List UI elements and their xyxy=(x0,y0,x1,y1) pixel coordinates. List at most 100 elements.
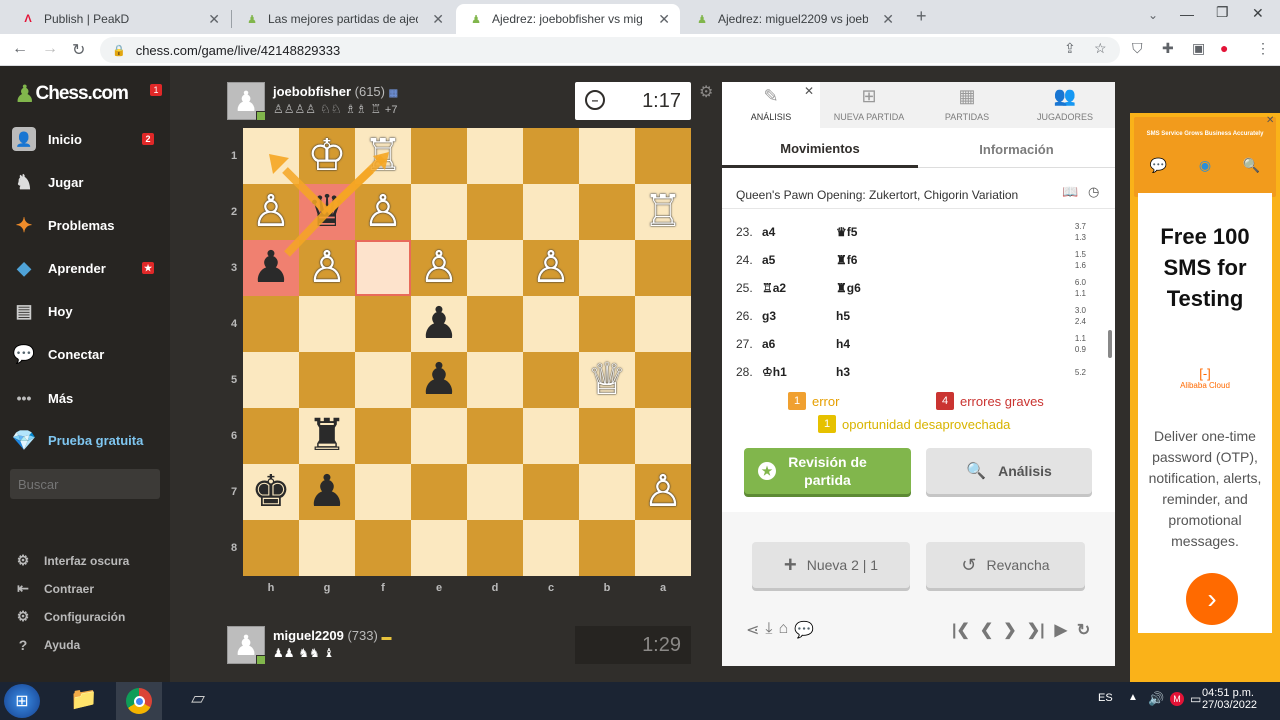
board-square[interactable] xyxy=(579,296,635,352)
menu-icon[interactable]: ⋮ xyxy=(1256,40,1270,57)
board-square[interactable] xyxy=(355,520,411,576)
white-move[interactable]: ♔h1 xyxy=(762,365,836,376)
board-square[interactable] xyxy=(579,408,635,464)
board-square[interactable]: ♚ xyxy=(243,464,299,520)
board-square[interactable] xyxy=(635,352,691,408)
board-square[interactable] xyxy=(635,520,691,576)
board-square[interactable] xyxy=(299,520,355,576)
search-input[interactable] xyxy=(10,469,160,499)
black-move[interactable]: h5 xyxy=(836,309,1036,323)
error-stat[interactable]: 1 error xyxy=(788,392,839,410)
close-tab-icon[interactable]: ✕ xyxy=(432,11,444,28)
board-square[interactable] xyxy=(467,240,523,296)
sidebar-item-conectar[interactable]: 💬 Conectar xyxy=(12,341,162,367)
white-move[interactable]: ♖a2 xyxy=(762,281,836,295)
board-square[interactable] xyxy=(523,520,579,576)
chess-piece[interactable]: ♙ xyxy=(251,190,290,234)
board-square[interactable] xyxy=(355,352,411,408)
tab-search-icon[interactable]: ⌄ xyxy=(1148,8,1158,22)
sidebar-item-jugar[interactable]: ♞ Jugar xyxy=(12,169,162,195)
tray-expand-icon[interactable]: ▲ xyxy=(1128,692,1138,703)
last-move-icon[interactable]: ❯| xyxy=(1027,620,1045,640)
board-square[interactable] xyxy=(579,464,635,520)
board-square[interactable]: ♖ xyxy=(635,184,691,240)
board-square[interactable]: ♕ xyxy=(579,352,635,408)
player-name[interactable]: joebobfisher (615) ▦ xyxy=(273,84,398,99)
profile-icon[interactable]: ● xyxy=(1220,40,1228,56)
board-square[interactable] xyxy=(467,408,523,464)
chrome-taskbar-icon[interactable] xyxy=(116,682,162,720)
tab-nueva-partida[interactable]: ⊞ NUEVA PARTIDA xyxy=(820,82,918,128)
black-move[interactable]: h4 xyxy=(836,337,1036,351)
browser-tab-3[interactable]: ♟ Ajedrez: joebobfisher vs miguel2 ✕ xyxy=(456,4,680,34)
move-list-scrollbar[interactable] xyxy=(1108,330,1112,358)
blunder-stat[interactable]: 4 errores graves xyxy=(936,392,1044,410)
chess-board[interactable]: ♔ ♖ ♙ ♛ ♙ ♖ ♟ ♙ ♙ ♙ ♟ ♟ ♕ ♜ ♚ ♟ ♙ xyxy=(243,128,691,576)
board-square[interactable] xyxy=(411,520,467,576)
board-square[interactable] xyxy=(523,184,579,240)
start-button[interactable]: ⊞ xyxy=(4,684,40,718)
white-move[interactable]: a5 xyxy=(762,253,836,267)
move-list[interactable]: 23. a4 ♛f5 3.7 1.3 24. a5 ♜f6 1.5 1.6 25. ♖a2 ♜g6 6.0… xyxy=(722,216,1106,376)
board-square[interactable] xyxy=(579,240,635,296)
board-square[interactable] xyxy=(355,296,411,352)
sidepanel-icon[interactable]: ▣ xyxy=(1192,40,1205,57)
board-square[interactable] xyxy=(411,408,467,464)
move-row[interactable]: 25. ♖a2 ♜g6 6.0 1.1 xyxy=(736,274,1096,302)
next-move-icon[interactable]: ❯ xyxy=(1003,620,1016,640)
maximize-button[interactable]: ❐ xyxy=(1216,4,1229,21)
close-tab-icon[interactable]: ✕ xyxy=(208,11,220,28)
board-square[interactable] xyxy=(355,464,411,520)
board-square[interactable] xyxy=(523,352,579,408)
board-square[interactable]: ♟ xyxy=(299,464,355,520)
sidebar-collapse[interactable]: ⇤ Contraer xyxy=(12,580,94,597)
missed-win-stat[interactable]: 1 oportunidad desaprovechada xyxy=(818,415,1010,433)
board-square[interactable] xyxy=(243,352,299,408)
new-tab-button[interactable]: + xyxy=(916,6,927,27)
move-row[interactable]: 26. g3 h5 3.0 2.4 xyxy=(736,302,1096,330)
minimize-button[interactable]: — xyxy=(1180,6,1194,22)
chess-piece[interactable]: ♟ xyxy=(251,246,290,290)
book-icon[interactable]: 📖 xyxy=(1062,184,1078,200)
board-square[interactable]: ♙ xyxy=(523,240,579,296)
board-square[interactable] xyxy=(243,296,299,352)
chess-piece[interactable]: ♖ xyxy=(643,190,682,234)
board-square[interactable]: ♛ xyxy=(299,184,355,240)
board-square[interactable]: ♟ xyxy=(411,352,467,408)
board-square[interactable] xyxy=(411,464,467,520)
ad-close-icon[interactable]: ✕ xyxy=(1266,115,1274,126)
sidebar-item-trial[interactable]: 💎 Prueba gratuita xyxy=(12,427,162,453)
extension-shield-icon[interactable]: ⛉ xyxy=(1132,40,1143,57)
board-square[interactable]: ♔ xyxy=(299,128,355,184)
browser-tab-1[interactable]: Λ Publish | PeakD ✕ xyxy=(8,4,230,34)
share-icon[interactable]: ⇪ xyxy=(1064,40,1076,57)
network-icon[interactable]: ▭ xyxy=(1190,692,1201,706)
avatar[interactable]: ♟ xyxy=(227,626,266,665)
extensions-icon[interactable]: ✚ xyxy=(1162,40,1174,57)
black-move[interactable]: ♛f5 xyxy=(836,225,1036,239)
chess-piece[interactable]: ♙ xyxy=(307,246,346,290)
white-move[interactable]: g3 xyxy=(762,309,836,323)
board-square[interactable] xyxy=(355,240,411,296)
board-square[interactable]: ♟ xyxy=(243,240,299,296)
black-move[interactable]: ♜f6 xyxy=(836,253,1036,267)
board-square[interactable] xyxy=(299,296,355,352)
sidebar-item-problemas[interactable]: ✦ Problemas xyxy=(12,212,162,238)
board-square[interactable]: ♙ xyxy=(299,240,355,296)
board-square[interactable] xyxy=(467,520,523,576)
board-square[interactable] xyxy=(635,296,691,352)
volume-icon[interactable]: 🔊 xyxy=(1148,691,1164,707)
move-row[interactable]: 28. ♔h1 h3 5.2 xyxy=(736,358,1096,376)
chess-piece[interactable]: ♙ xyxy=(531,246,570,290)
tray-app-icon[interactable]: M xyxy=(1170,692,1184,706)
board-square[interactable] xyxy=(243,520,299,576)
board-square[interactable] xyxy=(635,240,691,296)
board-square[interactable] xyxy=(243,408,299,464)
library-icon[interactable]: ⌂ xyxy=(778,620,788,640)
subtab-movimientos[interactable]: Movimientos xyxy=(722,132,918,168)
app-icon[interactable]: ▱ xyxy=(184,688,212,714)
chess-piece[interactable]: ♛ xyxy=(307,190,346,234)
sidebar-item-aprender[interactable]: ◆ Aprender ★ xyxy=(12,255,162,281)
tab-jugadores[interactable]: 👥 JUGADORES xyxy=(1016,82,1114,128)
chess-piece[interactable]: ♟ xyxy=(419,302,458,346)
